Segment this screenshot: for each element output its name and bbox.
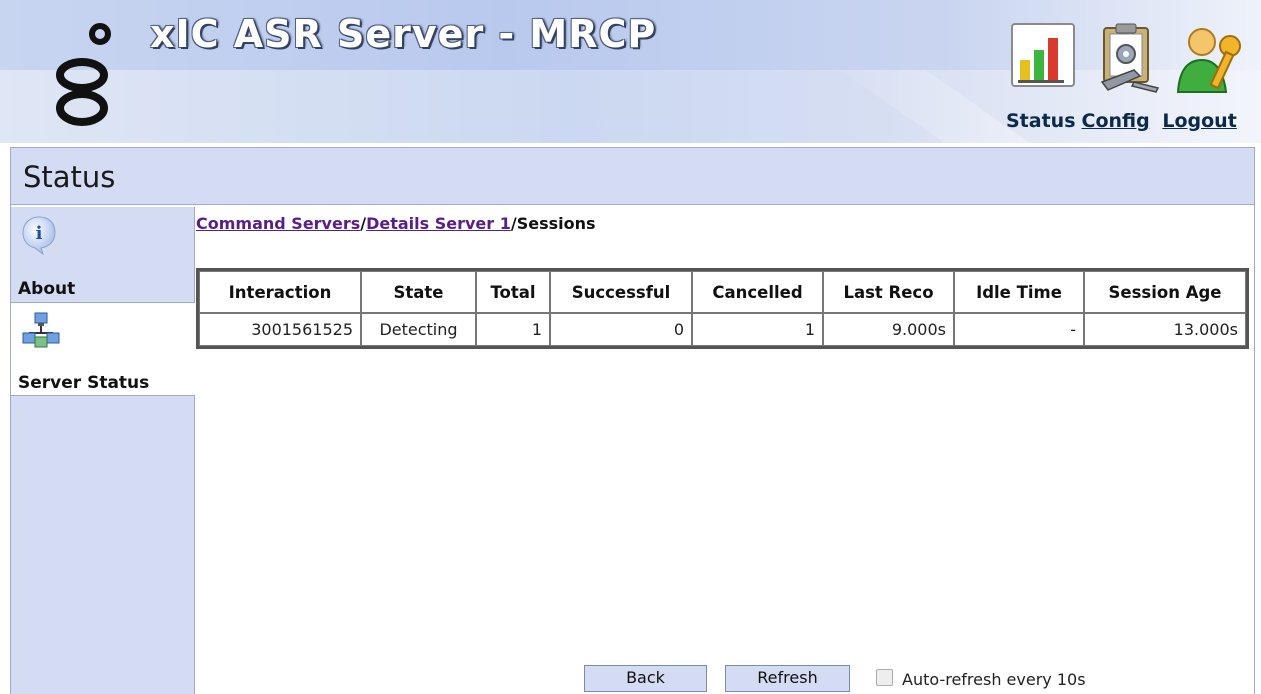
- table-header-row: Interaction State Total Successful Cance…: [199, 271, 1246, 313]
- nav-logout-link[interactable]: Logout: [1162, 110, 1236, 132]
- column-header-idle-time: Idle Time: [954, 271, 1084, 313]
- sidebar: i About Server Status: [11, 207, 195, 694]
- sidebar-item-label: Server Status: [18, 373, 150, 393]
- cell-cancelled: 1: [692, 313, 823, 346]
- breadcrumb-command-servers[interactable]: Command Servers: [196, 214, 360, 233]
- sidebar-item-server-status[interactable]: Server Status: [11, 302, 195, 396]
- back-button[interactable]: Back: [584, 665, 707, 692]
- genesys-logo-icon: [56, 23, 111, 126]
- breadcrumb-details-server[interactable]: Details Server 1: [366, 214, 511, 233]
- breadcrumb: Command Servers/Details Server 1/Session…: [196, 214, 596, 233]
- column-header-last-reco: Last Reco: [823, 271, 954, 313]
- cell-session-age: 13.000s: [1084, 313, 1246, 346]
- svg-text:i: i: [36, 223, 43, 244]
- app-header: xIC ASR Server - MRCP Status Config Logou…: [0, 0, 1261, 143]
- column-header-cancelled: Cancelled: [692, 271, 823, 313]
- sessions-table: Interaction State Total Successful Cance…: [196, 268, 1249, 349]
- breadcrumb-current: Sessions: [516, 214, 596, 233]
- server-network-icon: [22, 312, 60, 348]
- table-row: 3001561525 Detecting 1 0 1 9.000s - 13.0…: [199, 313, 1246, 346]
- auto-refresh-checkbox[interactable]: [876, 669, 893, 686]
- column-header-interaction: Interaction: [199, 271, 361, 313]
- column-header-total: Total: [476, 271, 550, 313]
- header-decoration: [840, 70, 1030, 143]
- page-title: Status: [23, 160, 116, 194]
- nav-config-link[interactable]: Config: [1082, 110, 1150, 132]
- column-header-session-age: Session Age: [1084, 271, 1246, 313]
- refresh-button[interactable]: Refresh: [725, 665, 850, 692]
- nav-status[interactable]: Status: [1006, 110, 1076, 132]
- top-nav: Status Config Logout: [1006, 110, 1258, 132]
- cell-total: 1: [476, 313, 550, 346]
- cell-successful: 0: [550, 313, 692, 346]
- column-header-successful: Successful: [550, 271, 692, 313]
- column-header-state: State: [361, 271, 476, 313]
- sidebar-item-about[interactable]: i About: [11, 207, 195, 302]
- sidebar-item-label: About: [18, 279, 76, 299]
- cell-interaction: 3001561525: [199, 313, 361, 346]
- info-icon: i: [22, 216, 56, 255]
- cell-last-reco: 9.000s: [823, 313, 954, 346]
- status-chart-icon[interactable]: [1008, 20, 1078, 92]
- logout-user-key-icon[interactable]: [1172, 20, 1252, 100]
- config-clipboard-icon[interactable]: [1094, 20, 1166, 94]
- page-title-bar: Status: [10, 147, 1255, 205]
- auto-refresh-label: Auto-refresh every 10s: [902, 670, 1086, 689]
- cell-idle-time: -: [954, 313, 1084, 346]
- cell-state: Detecting: [361, 313, 476, 346]
- app-title: xIC ASR Server - MRCP: [150, 12, 657, 56]
